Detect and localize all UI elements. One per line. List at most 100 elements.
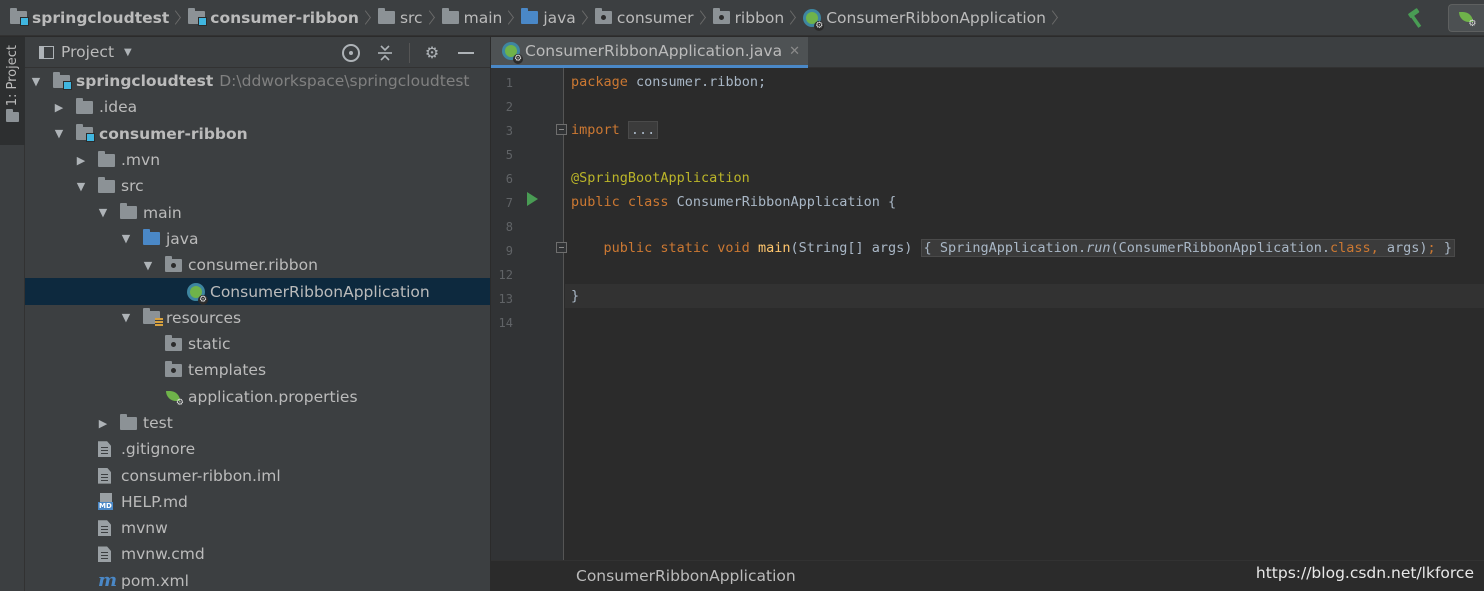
locate-icon[interactable] bbox=[341, 43, 361, 63]
module-folder-icon bbox=[76, 124, 95, 143]
iml-file-icon bbox=[98, 467, 111, 484]
editor-pane: ConsumerRibbonApplication.java ✕ 1 2 3 5… bbox=[491, 37, 1484, 591]
folder-icon bbox=[377, 8, 395, 24]
run-gutter-icon[interactable] bbox=[527, 192, 538, 206]
spring-boot-class-icon bbox=[187, 282, 208, 305]
hide-icon[interactable] bbox=[456, 43, 476, 63]
expand-arrow-icon[interactable]: ▼ bbox=[98, 206, 108, 219]
run-configuration-button[interactable] bbox=[1448, 4, 1484, 32]
tree-item-mvn[interactable]: ▶ .mvn bbox=[25, 147, 490, 173]
line-number: 12 bbox=[498, 268, 513, 282]
project-view-selector[interactable]: Project bbox=[61, 43, 114, 61]
chevron-right-icon bbox=[1049, 7, 1057, 29]
project-stripe-label: 1: Project bbox=[5, 45, 20, 107]
fold-toggle-icon[interactable] bbox=[556, 124, 567, 135]
crumb-src[interactable]: src bbox=[377, 0, 423, 36]
folder-icon bbox=[120, 203, 137, 220]
code-line-13: } bbox=[571, 288, 580, 304]
editor-tabs: ConsumerRibbonApplication.java ✕ bbox=[491, 37, 1484, 68]
code-line-3: import ... bbox=[571, 121, 659, 139]
line-number: 1 bbox=[505, 76, 513, 90]
close-icon[interactable]: ✕ bbox=[789, 44, 800, 59]
line-number: 5 bbox=[505, 148, 513, 162]
module-folder-icon bbox=[53, 71, 72, 90]
chevron-right-icon bbox=[362, 7, 370, 29]
crumb-java[interactable]: java bbox=[521, 0, 576, 36]
line-number: 8 bbox=[505, 220, 513, 234]
project-tool-window-button[interactable]: 1: Project bbox=[0, 37, 25, 145]
tab-consumer-ribbon-application[interactable]: ConsumerRibbonApplication.java ✕ bbox=[491, 37, 809, 68]
tree-item-resources[interactable]: ▼ resources bbox=[25, 305, 490, 331]
crumb-consumer-ribbon-application[interactable]: ConsumerRibbonApplication bbox=[803, 0, 1046, 36]
tree-item-main[interactable]: ▼ main bbox=[25, 199, 490, 225]
chevron-right-icon bbox=[505, 7, 513, 29]
expand-arrow-icon[interactable]: ▼ bbox=[143, 259, 153, 272]
package-icon bbox=[165, 255, 182, 272]
code-editor[interactable]: 1 2 3 5 6 7 8 9 12 13 14 package consume… bbox=[491, 68, 1484, 560]
expand-arrow-icon[interactable]: ▼ bbox=[54, 127, 64, 140]
expand-arrow-icon[interactable]: ▼ bbox=[76, 180, 86, 193]
tree-item-src[interactable]: ▼ src bbox=[25, 173, 490, 199]
line-number: 13 bbox=[498, 292, 513, 306]
collapse-arrow-icon[interactable]: ▶ bbox=[54, 101, 64, 114]
tool-window-stripe: 1: Project bbox=[0, 37, 25, 591]
hammer-icon[interactable] bbox=[1404, 5, 1430, 31]
chevron-down-icon[interactable]: ▼ bbox=[124, 47, 132, 58]
line-number: 7 bbox=[505, 196, 513, 210]
package-icon bbox=[165, 360, 182, 377]
tree-item-pom-xml[interactable]: ▶ m pom.xml bbox=[25, 568, 490, 591]
tree-item-test[interactable]: ▶ test bbox=[25, 410, 490, 436]
collapse-arrow-icon[interactable]: ▶ bbox=[98, 417, 108, 430]
tree-item-consumer-ribbon-application[interactable]: ▶ ConsumerRibbonApplication bbox=[25, 278, 490, 305]
crumb-consumer[interactable]: consumer bbox=[594, 0, 694, 36]
toolbar-divider bbox=[409, 42, 410, 63]
tree-item-idea[interactable]: ▶ .idea bbox=[25, 94, 490, 120]
crumb-springcloudtest[interactable]: springcloudtest bbox=[10, 0, 169, 36]
folded-method-body[interactable]: { SpringApplication.run(ConsumerRibbonAp… bbox=[920, 239, 1455, 257]
crumb-ribbon[interactable]: ribbon bbox=[712, 0, 784, 36]
tree-item-templates[interactable]: ▶ templates bbox=[25, 357, 490, 383]
tree-item-gitignore[interactable]: ▶ .gitignore bbox=[25, 436, 490, 462]
expand-arrow-icon[interactable]: ▼ bbox=[31, 75, 41, 88]
resources-folder-icon bbox=[143, 308, 163, 328]
tree-item-static[interactable]: ▶ static bbox=[25, 331, 490, 357]
chevron-right-icon bbox=[697, 7, 705, 29]
editor-gutter bbox=[491, 68, 564, 560]
tree-item-mvnw-cmd[interactable]: ▶ mvnw.cmd bbox=[25, 541, 490, 567]
maven-icon: m bbox=[98, 569, 118, 591]
tree-item-consumer-ribbon[interactable]: ▼ consumer-ribbon bbox=[25, 121, 490, 147]
tree-item-java[interactable]: ▼ java bbox=[25, 226, 490, 252]
tree-item-help-md[interactable]: ▶ HELP.md bbox=[25, 489, 490, 515]
editor-breadcrumb-class[interactable]: ConsumerRibbonApplication bbox=[576, 567, 796, 585]
folded-imports[interactable]: ... bbox=[627, 121, 659, 139]
spring-properties-icon bbox=[165, 389, 184, 408]
tree-item-springcloudtest[interactable]: ▼ springcloudtest D:\ddworkspace\springc… bbox=[25, 68, 490, 94]
folder-icon bbox=[441, 8, 459, 24]
collapse-all-icon[interactable] bbox=[375, 43, 395, 63]
source-folder-icon bbox=[143, 229, 160, 246]
navigation-bar: springcloudtest consumer-ribbon src main… bbox=[0, 0, 1484, 36]
crumb-consumer-ribbon[interactable]: consumer-ribbon bbox=[188, 0, 359, 36]
expand-arrow-icon[interactable]: ▼ bbox=[121, 232, 131, 245]
watermark-text: https://blog.csdn.net/lkforce bbox=[1255, 564, 1474, 582]
settings-icon[interactable]: ⚙ bbox=[422, 43, 442, 63]
text-file-icon bbox=[98, 441, 111, 458]
expand-arrow-icon[interactable]: ▼ bbox=[121, 311, 131, 324]
folder-icon bbox=[98, 176, 115, 193]
folder-icon bbox=[6, 109, 19, 123]
package-icon bbox=[594, 8, 612, 24]
line-number: 3 bbox=[505, 124, 513, 138]
folder-icon bbox=[98, 150, 115, 167]
tree-item-application-properties[interactable]: ▶ application.properties bbox=[25, 384, 490, 410]
crumb-main[interactable]: main bbox=[441, 0, 502, 36]
tree-item-iml[interactable]: ▶ consumer-ribbon.iml bbox=[25, 462, 490, 488]
collapse-arrow-icon[interactable]: ▶ bbox=[76, 154, 86, 167]
source-folder-icon bbox=[521, 8, 539, 24]
text-file-icon bbox=[98, 546, 111, 563]
code-line-1: package consumer.ribbon; bbox=[571, 74, 767, 90]
tree-item-consumer-ribbon-package[interactable]: ▼ consumer.ribbon bbox=[25, 252, 490, 278]
code-line-7: public class ConsumerRibbonApplication { bbox=[571, 194, 897, 210]
project-panel-header: Project ▼ ⚙ bbox=[25, 37, 490, 68]
fold-toggle-icon[interactable] bbox=[556, 242, 567, 253]
tree-item-mvnw[interactable]: ▶ mvnw bbox=[25, 515, 490, 541]
